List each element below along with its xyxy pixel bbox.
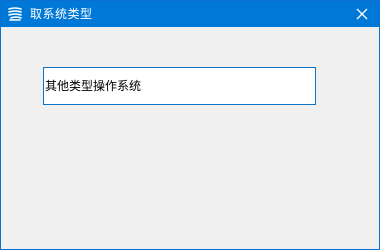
dialog-content: 其他类型操作系统	[1, 27, 379, 249]
app-logo-icon	[7, 6, 23, 22]
dialog-window: 取系统类型 其他类型操作系统	[0, 0, 380, 250]
title-bar[interactable]: 取系统类型	[1, 1, 379, 27]
window-title: 取系统类型	[30, 7, 93, 21]
close-icon	[356, 8, 368, 20]
close-button[interactable]	[345, 1, 379, 27]
os-type-field[interactable]: 其他类型操作系统	[43, 67, 316, 105]
